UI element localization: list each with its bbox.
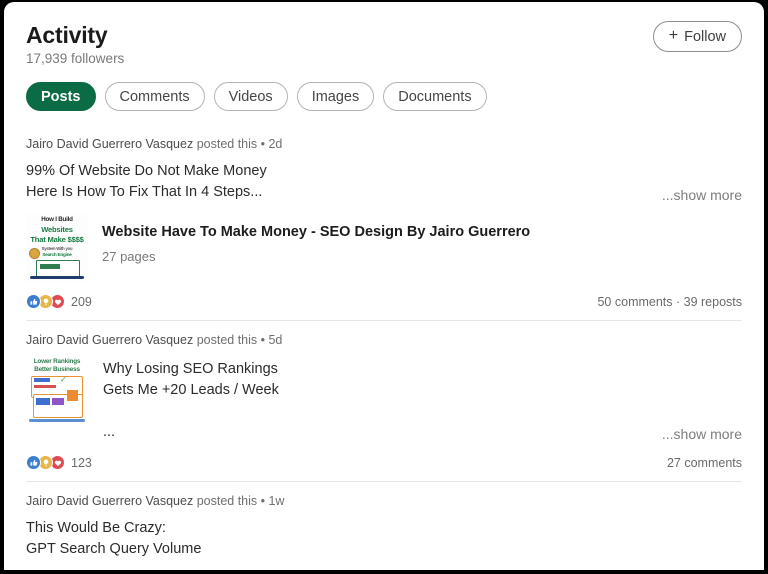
- post-footer: 123 27 comments: [26, 455, 742, 472]
- post-text: 99% Of Website Do Not Make Money Here Is…: [26, 163, 267, 200]
- post-meta: Jairo David Guerrero Vasquez posted this…: [26, 136, 742, 152]
- document-title[interactable]: Website Have To Make Money - SEO Design …: [102, 214, 530, 242]
- page-title: Activity: [26, 22, 108, 48]
- post-timestamp: posted this • 1w: [193, 494, 285, 508]
- post-timestamp: posted this • 2d: [193, 137, 283, 151]
- activity-filter-tabs: Posts Comments Videos Images Documents: [4, 67, 764, 111]
- follow-button-label: Follow: [684, 28, 726, 45]
- reactions-group[interactable]: 209: [26, 294, 92, 309]
- post-author[interactable]: Jairo David Guerrero Vasquez: [26, 137, 193, 151]
- thumb-line-3: That Make $$$$: [30, 235, 84, 244]
- post-text: This Would Be Crazy: GPT Search Query Vo…: [26, 520, 202, 557]
- tab-posts-label: Posts: [41, 88, 81, 105]
- tab-images-label: Images: [311, 88, 360, 105]
- tab-posts[interactable]: Posts: [26, 82, 96, 111]
- thumb-avatar-icon: [29, 248, 40, 259]
- document-page-count: 27 pages: [102, 249, 156, 264]
- thumb-line-2: Websites: [41, 225, 73, 234]
- image-thumbnail[interactable]: Lower Rankings Better Business ✓: [26, 357, 88, 425]
- thumb-bar-blue2: [36, 398, 50, 405]
- activity-feed: Jairo David Guerrero Vasquez posted this…: [4, 125, 764, 570]
- post-author[interactable]: Jairo David Guerrero Vasquez: [26, 494, 193, 508]
- thumb-line-2: Better Business: [34, 366, 80, 373]
- post-item: Jairo David Guerrero Vasquez posted this…: [4, 125, 764, 320]
- tab-documents-label: Documents: [398, 88, 472, 105]
- post-engagement-stats[interactable]: 27 comments: [667, 456, 742, 470]
- thumb-base-icon: [30, 276, 84, 279]
- thumb-line-1: Lower Rankings: [33, 358, 81, 365]
- document-thumbnail[interactable]: How I Build Websites That Make $$$$ Syst…: [26, 214, 88, 282]
- tab-documents[interactable]: Documents: [383, 82, 487, 111]
- reaction-count: 123: [71, 455, 92, 470]
- post-body: Jairo David Guerrero Vasquez posted this…: [26, 482, 742, 570]
- post-body: Jairo David Guerrero Vasquez posted this…: [26, 321, 742, 481]
- follow-button[interactable]: + Follow: [652, 21, 742, 52]
- document-info: Website Have To Make Money - SEO Design …: [102, 214, 530, 265]
- card-header: Activity 17,939 followers + Follow: [4, 2, 764, 67]
- post-timestamp: posted this • 5d: [193, 333, 283, 347]
- tab-comments-label: Comments: [119, 88, 190, 105]
- post-footer: 209 50 comments · 39 reposts: [26, 294, 742, 311]
- post-author[interactable]: Jairo David Guerrero Vasquez: [26, 333, 193, 347]
- post-meta: Jairo David Guerrero Vasquez posted this…: [26, 493, 742, 509]
- tab-videos-label: Videos: [228, 88, 273, 105]
- thumb-base-icon: [29, 419, 85, 422]
- thumb-bar-blue: [34, 378, 50, 382]
- post-item: Jairo David Guerrero Vasquez posted this…: [4, 481, 764, 570]
- show-more-link[interactable]: ...show more: [662, 187, 742, 203]
- post-item: Jairo David Guerrero Vasquez posted this…: [4, 320, 764, 481]
- plus-icon: +: [668, 26, 679, 44]
- thumb-line-1: How I Build: [41, 216, 73, 223]
- post-text: Why Losing SEO Rankings Gets Me +20 Lead…: [103, 361, 279, 440]
- post-engagement-stats[interactable]: 50 comments · 39 reposts: [597, 295, 742, 309]
- thumbs-up-icon: [26, 294, 41, 309]
- thumb-bar-orange: [67, 390, 78, 401]
- activity-card: Activity 17,939 followers + Follow Posts…: [4, 2, 764, 570]
- reactions-group[interactable]: 123: [26, 455, 92, 470]
- tab-videos[interactable]: Videos: [213, 82, 288, 111]
- post-body: Jairo David Guerrero Vasquez posted this…: [26, 125, 742, 320]
- tab-images[interactable]: Images: [296, 82, 375, 111]
- thumb-bar-purple: [52, 398, 64, 405]
- post-media-attachment[interactable]: Lower Rankings Better Business ✓ Why Los…: [26, 357, 742, 443]
- tab-comments[interactable]: Comments: [104, 82, 205, 111]
- show-more-link[interactable]: ...show more: [662, 426, 742, 442]
- thumb-bar-red: [34, 385, 56, 388]
- reaction-count: 209: [71, 294, 92, 309]
- thumbs-up-icon: [26, 455, 41, 470]
- post-meta: Jairo David Guerrero Vasquez posted this…: [26, 332, 742, 348]
- document-attachment[interactable]: How I Build Websites That Make $$$$ Syst…: [26, 214, 742, 282]
- follower-count: 17,939 followers: [26, 51, 125, 66]
- thumb-check-icon: ✓: [60, 375, 67, 384]
